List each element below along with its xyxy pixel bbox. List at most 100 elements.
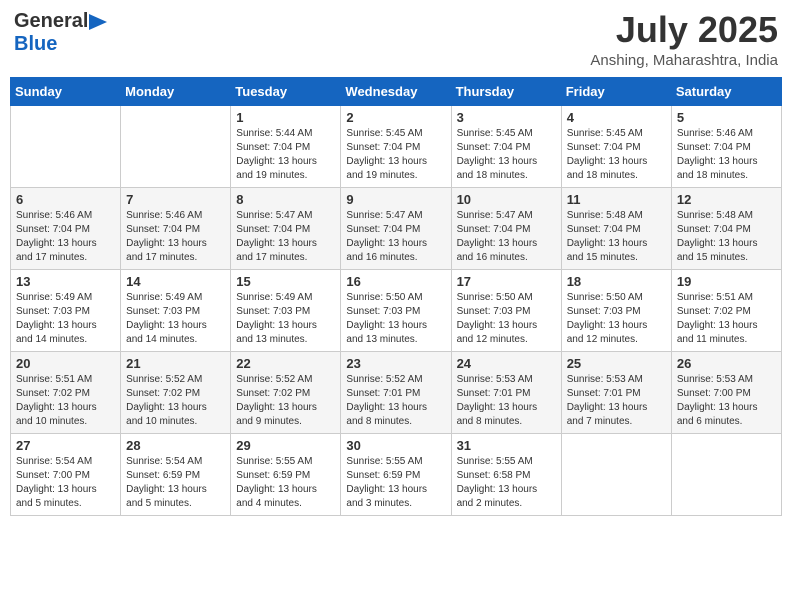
day-info: Sunrise: 5:46 AMSunset: 7:04 PMDaylight:…: [126, 209, 225, 265]
day-header-wednesday: Wednesday: [341, 77, 451, 105]
calendar-cell: 21 Sunrise: 5:52 AMSunset: 7:02 PMDayligh…: [121, 351, 231, 433]
title-section: July 2025 Anshing, Maharashtra, India: [590, 10, 778, 69]
calendar-cell: 1Sunrise: 5:44 AMSunset: 7:04 PMDaylight…: [231, 105, 341, 187]
day-info: Sunrise: 5:49 AMSunset: 7:03 PMDaylight:…: [16, 291, 115, 347]
calendar-cell: 5Sunrise: 5:46 AMSunset: 7:04 PMDaylight…: [671, 105, 781, 187]
day-number: 4: [567, 110, 666, 125]
calendar-cell: 19 Sunrise: 5:51 AMSunset: 7:02 PMDayligh…: [671, 269, 781, 351]
calendar-header-row: SundayMondayTuesdayWednesdayThursdayFrid…: [11, 77, 782, 105]
day-number: 20: [16, 356, 115, 371]
calendar-week-4: 20Sunrise: 5:51 AMSunset: 7:02 PMDayligh…: [11, 351, 782, 433]
calendar-cell: 20Sunrise: 5:51 AMSunset: 7:02 PMDayligh…: [11, 351, 121, 433]
day-header-monday: Monday: [121, 77, 231, 105]
day-number: 19: [677, 274, 776, 289]
day-info: Sunrise: 5:44 AMSunset: 7:04 PMDaylight:…: [236, 127, 335, 183]
day-info: Sunrise: 5:48 AMSunset: 7:04 PMDaylight:…: [567, 209, 666, 265]
day-info: Sunrise: 5:49 AMSunset: 7:03 PMDaylight:…: [126, 291, 225, 347]
calendar-cell: 23 Sunrise: 5:52 AMSunset: 7:01 PMDayligh…: [341, 351, 451, 433]
calendar-cell: 15 Sunrise: 5:49 AMSunset: 7:03 PMDayligh…: [231, 269, 341, 351]
day-info: Sunrise: 5:47 AMSunset: 7:04 PMDaylight:…: [457, 209, 556, 265]
day-number: 13: [16, 274, 115, 289]
day-info: Sunrise: 5:52 AMSunset: 7:01 PMDaylight:…: [346, 373, 445, 429]
day-number: 16: [346, 274, 445, 289]
day-info: Sunrise: 5:50 AMSunset: 7:03 PMDaylight:…: [567, 291, 666, 347]
calendar-cell: 12Sunrise: 5:48 AMSunset: 7:04 PMDayligh…: [671, 187, 781, 269]
calendar-cell: 16 Sunrise: 5:50 AMSunset: 7:03 PMDayligh…: [341, 269, 451, 351]
location-text: Anshing, Maharashtra, India: [590, 52, 778, 69]
day-info: Sunrise: 5:47 AMSunset: 7:04 PMDaylight:…: [346, 209, 445, 265]
day-number: 26: [677, 356, 776, 371]
day-number: 6: [16, 192, 115, 207]
day-info: Sunrise: 5:50 AMSunset: 7:03 PMDaylight:…: [457, 291, 556, 347]
day-number: 8: [236, 192, 335, 207]
calendar-cell: 30 Sunrise: 5:55 AMSunset: 6:59 PMDayligh…: [341, 433, 451, 515]
calendar-cell: 18 Sunrise: 5:50 AMSunset: 7:03 PMDayligh…: [561, 269, 671, 351]
day-info: Sunrise: 5:52 AMSunset: 7:02 PMDaylight:…: [236, 373, 335, 429]
calendar-cell: 29Sunrise: 5:55 AMSunset: 6:59 PMDayligh…: [231, 433, 341, 515]
calendar-cell: 4Sunrise: 5:45 AMSunset: 7:04 PMDaylight…: [561, 105, 671, 187]
day-number: 14: [126, 274, 225, 289]
day-number: 15: [236, 274, 335, 289]
day-number: 24: [457, 356, 556, 371]
day-info: Sunrise: 5:52 AMSunset: 7:02 PMDaylight:…: [126, 373, 225, 429]
calendar-cell: 26Sunrise: 5:53 AMSunset: 7:00 PMDayligh…: [671, 351, 781, 433]
day-header-saturday: Saturday: [671, 77, 781, 105]
day-number: 18: [567, 274, 666, 289]
day-info: Sunrise: 5:55 AMSunset: 6:58 PMDaylight:…: [457, 455, 556, 511]
day-number: 21: [126, 356, 225, 371]
day-info: Sunrise: 5:49 AMSunset: 7:03 PMDaylight:…: [236, 291, 335, 347]
calendar-cell: 22 Sunrise: 5:52 AMSunset: 7:02 PMDayligh…: [231, 351, 341, 433]
day-number: 11: [567, 192, 666, 207]
day-info: Sunrise: 5:50 AMSunset: 7:03 PMDaylight:…: [346, 291, 445, 347]
day-number: 5: [677, 110, 776, 125]
day-number: 25: [567, 356, 666, 371]
day-number: 28: [126, 438, 225, 453]
day-info: Sunrise: 5:55 AMSunset: 6:59 PMDaylight:…: [346, 455, 445, 511]
logo-blue-text: Blue: [14, 33, 57, 56]
day-info: Sunrise: 5:45 AMSunset: 7:04 PMDaylight:…: [346, 127, 445, 183]
calendar-week-5: 27Sunrise: 5:54 AMSunset: 7:00 PMDayligh…: [11, 433, 782, 515]
day-header-friday: Friday: [561, 77, 671, 105]
calendar-cell: 10Sunrise: 5:47 AMSunset: 7:04 PMDayligh…: [451, 187, 561, 269]
calendar-table: SundayMondayTuesdayWednesdayThursdayFrid…: [10, 77, 782, 516]
day-number: 22: [236, 356, 335, 371]
calendar-cell: 9 Sunrise: 5:47 AMSunset: 7:04 PMDaylight…: [341, 187, 451, 269]
calendar-cell: 28 Sunrise: 5:54 AMSunset: 6:59 PMDayligh…: [121, 433, 231, 515]
day-info: Sunrise: 5:51 AMSunset: 7:02 PMDaylight:…: [677, 291, 776, 347]
day-info: Sunrise: 5:53 AMSunset: 7:01 PMDaylight:…: [457, 373, 556, 429]
day-number: 9: [346, 192, 445, 207]
logo-flag-icon: [89, 14, 107, 30]
logo: General Blue: [14, 10, 107, 56]
day-info: Sunrise: 5:45 AMSunset: 7:04 PMDaylight:…: [457, 127, 556, 183]
day-number: 31: [457, 438, 556, 453]
day-number: 23: [346, 356, 445, 371]
calendar-cell: 13 Sunrise: 5:49 AMSunset: 7:03 PMDayligh…: [11, 269, 121, 351]
day-info: Sunrise: 5:54 AMSunset: 7:00 PMDaylight:…: [16, 455, 115, 511]
day-number: 30: [346, 438, 445, 453]
day-info: Sunrise: 5:53 AMSunset: 7:01 PMDaylight:…: [567, 373, 666, 429]
day-info: Sunrise: 5:55 AMSunset: 6:59 PMDaylight:…: [236, 455, 335, 511]
calendar-week-1: 1Sunrise: 5:44 AMSunset: 7:04 PMDaylight…: [11, 105, 782, 187]
calendar-cell: 24 Sunrise: 5:53 AMSunset: 7:01 PMDayligh…: [451, 351, 561, 433]
day-number: 7: [126, 192, 225, 207]
calendar-cell: 14 Sunrise: 5:49 AMSunset: 7:03 PMDayligh…: [121, 269, 231, 351]
calendar-cell: 11 Sunrise: 5:48 AMSunset: 7:04 PMDayligh…: [561, 187, 671, 269]
calendar-cell: [121, 105, 231, 187]
calendar-cell: [11, 105, 121, 187]
day-header-sunday: Sunday: [11, 77, 121, 105]
calendar-cell: 6Sunrise: 5:46 AMSunset: 7:04 PMDaylight…: [11, 187, 121, 269]
page-header: General Blue July 2025 Anshing, Maharash…: [10, 10, 782, 69]
day-info: Sunrise: 5:54 AMSunset: 6:59 PMDaylight:…: [126, 455, 225, 511]
day-info: Sunrise: 5:48 AMSunset: 7:04 PMDaylight:…: [677, 209, 776, 265]
day-info: Sunrise: 5:47 AMSunset: 7:04 PMDaylight:…: [236, 209, 335, 265]
day-number: 3: [457, 110, 556, 125]
calendar-cell: [561, 433, 671, 515]
calendar-week-2: 6 Sunrise: 5:46 AMSunset: 7:04 PMDaylight…: [11, 187, 782, 269]
calendar-cell: 25 Sunrise: 5:53 AMSunset: 7:01 PMDayligh…: [561, 351, 671, 433]
calendar-cell: 7 Sunrise: 5:46 AMSunset: 7:04 PMDaylight…: [121, 187, 231, 269]
calendar-cell: 3 Sunrise: 5:45 AMSunset: 7:04 PMDaylight…: [451, 105, 561, 187]
day-header-thursday: Thursday: [451, 77, 561, 105]
calendar-cell: 17Sunrise: 5:50 AMSunset: 7:03 PMDayligh…: [451, 269, 561, 351]
logo-general-text: General: [14, 10, 88, 33]
month-year-title: July 2025: [590, 10, 778, 50]
